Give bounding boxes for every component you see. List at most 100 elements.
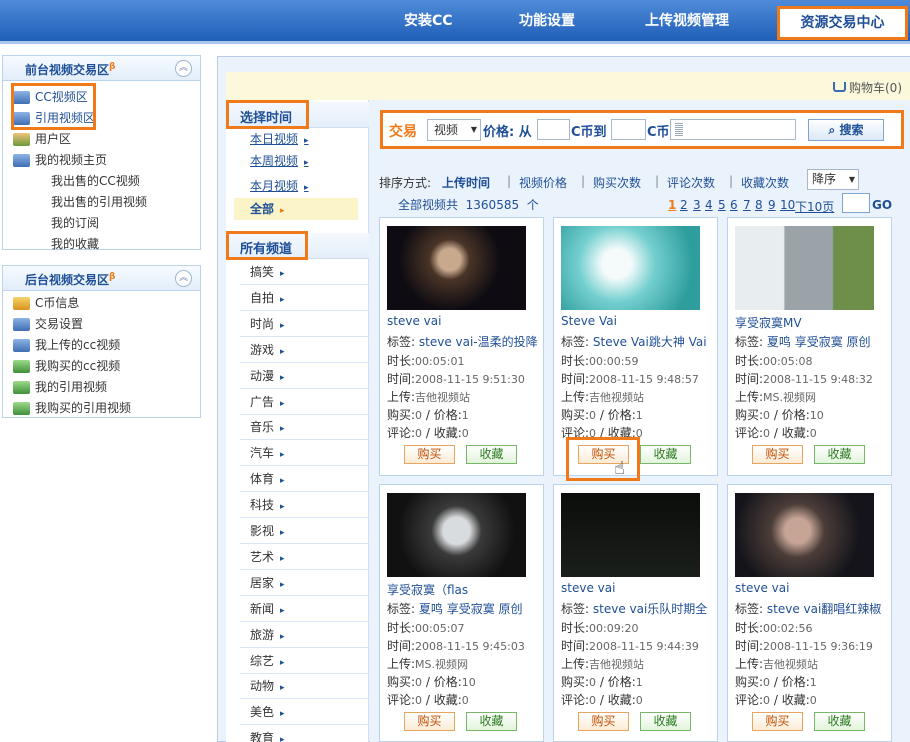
favorite-button[interactable]: 收藏 — [814, 445, 865, 464]
menu-my-video-home[interactable]: 我的视频主页 — [13, 150, 107, 170]
video-thumbnail[interactable] — [561, 493, 700, 577]
buy-button[interactable]: 购买 — [752, 445, 803, 464]
menu-my-bought-cc[interactable]: 我购买的cc视频 — [13, 356, 120, 376]
channel-item[interactable]: 美色 ▸ — [240, 699, 369, 726]
channel-item[interactable]: 综艺 ▸ — [240, 648, 369, 674]
page-link-1[interactable]: 1 — [668, 198, 676, 212]
favorite-button[interactable]: 收藏 — [640, 712, 691, 731]
video-duration: 时长:00:05:07 — [387, 621, 465, 635]
favorite-button[interactable]: 收藏 — [466, 445, 517, 464]
sort-upload-time[interactable]: 上传时间 — [442, 174, 490, 191]
video-thumbnail[interactable] — [387, 226, 526, 310]
time-week[interactable]: 本周视频 ▸ — [250, 152, 309, 169]
menu-my-bought-ref[interactable]: 我购买的引用视频 — [13, 398, 131, 418]
channel-item[interactable]: 体育 ▸ — [240, 466, 369, 493]
sort-price[interactable]: 视频价格 — [519, 174, 567, 191]
channel-item[interactable]: 艺术 ▸ — [240, 544, 369, 570]
price-max-input[interactable] — [611, 119, 646, 140]
page-link-4[interactable]: 4 — [705, 198, 713, 212]
menu-sold-cc[interactable]: 我出售的CC视频 — [51, 171, 140, 191]
page-number-input[interactable] — [842, 193, 870, 213]
double-chevron-up-icon[interactable]: ︽ — [175, 60, 192, 77]
channel-item[interactable]: 广告 ▸ — [240, 389, 369, 415]
panel-title: 后台视频交易区β — [25, 272, 116, 287]
order-select[interactable]: 降序 — [807, 169, 859, 190]
price-min-input[interactable] — [537, 119, 570, 140]
text-cursor — [675, 123, 683, 136]
page-link-10[interactable]: 10 — [780, 198, 795, 212]
video-thumbnail[interactable] — [735, 226, 874, 310]
channel-item[interactable]: 教育 ▸ — [240, 725, 369, 742]
nav-function-settings[interactable]: 功能设置 — [519, 10, 575, 30]
page-link-5[interactable]: 5 — [718, 198, 726, 212]
channel-item[interactable]: 时尚 ▸ — [240, 311, 369, 337]
video-title[interactable]: 享受寂寞MV — [735, 314, 802, 331]
sort-buy-count[interactable]: 购买次数 — [593, 174, 641, 191]
buy-button[interactable]: 购买 — [752, 712, 803, 731]
nav-install-cc[interactable]: 安装CC — [404, 10, 453, 30]
menu-favorites[interactable]: 我的收藏 — [51, 234, 99, 254]
video-comments-favs: 评论:0 / 收藏:0 — [387, 693, 469, 707]
channel-item[interactable]: 旅游 ▸ — [240, 622, 369, 648]
video-thumbnail[interactable] — [561, 226, 700, 310]
video-title[interactable]: Steve Vai — [561, 314, 617, 328]
favorite-button[interactable]: 收藏 — [814, 712, 865, 731]
buy-button[interactable]: 购买 — [404, 712, 455, 731]
time-all[interactable]: 全部 ▸ — [234, 198, 358, 220]
channel-item[interactable]: 科技 ▸ — [240, 492, 369, 519]
nav-upload-management[interactable]: 上传视频管理 — [645, 10, 729, 30]
search-button[interactable]: ⌕ 搜索 — [808, 119, 884, 141]
sort-fav-count[interactable]: 收藏次数 — [741, 174, 789, 191]
page-link-9[interactable]: 9 — [768, 198, 776, 212]
go-button[interactable]: GO — [872, 198, 892, 212]
video-thumbnail[interactable] — [735, 493, 874, 577]
video-title[interactable]: 享受寂寞（flas — [387, 581, 468, 598]
type-select[interactable]: 视频 — [427, 119, 481, 141]
channel-item[interactable]: 音乐 ▸ — [240, 414, 369, 441]
menu-user-zone[interactable]: 用户区 — [13, 129, 71, 149]
channel-item[interactable]: 动漫 ▸ — [240, 363, 369, 389]
video-cam-icon — [13, 339, 30, 352]
page-link-7[interactable]: 7 — [743, 198, 751, 212]
channel-label: 汽车 — [250, 446, 275, 461]
keyword-input[interactable] — [670, 119, 796, 140]
video-title[interactable]: steve vai — [735, 581, 789, 595]
channel-item[interactable]: 动物 ▸ — [240, 673, 369, 700]
buy-button[interactable]: 购买 — [404, 445, 455, 464]
channel-item[interactable]: 新闻 ▸ — [240, 596, 369, 622]
channel-label: 旅游 — [250, 627, 275, 642]
coin-to-label: C币到 — [571, 125, 607, 140]
highlight-box — [566, 437, 640, 481]
video-thumbnail[interactable] — [387, 493, 526, 577]
menu-trade-settings[interactable]: 交易设置 — [13, 314, 83, 334]
favorite-button[interactable]: 收藏 — [640, 445, 691, 464]
next-10-pages[interactable]: 下10页 — [795, 198, 834, 215]
sort-comment-count[interactable]: 评论次数 — [667, 174, 715, 191]
video-title[interactable]: steve vai — [561, 581, 615, 595]
page-link-2[interactable]: 2 — [680, 198, 688, 212]
buy-button[interactable]: 购买 — [578, 712, 629, 731]
arrow-right-icon: ▸ — [280, 605, 285, 616]
menu-my-uploaded-cc[interactable]: 我上传的cc视频 — [13, 335, 120, 355]
time-today[interactable]: 本日视频 ▸ — [250, 130, 309, 147]
menu-sold-ref[interactable]: 我出售的引用视频 — [51, 192, 147, 212]
channel-item[interactable]: 影视 ▸ — [240, 518, 369, 544]
page-link-8[interactable]: 8 — [755, 198, 763, 212]
channel-item[interactable]: 自拍 ▸ — [240, 285, 369, 311]
channel-item[interactable]: 居家 ▸ — [240, 570, 369, 596]
cart-link[interactable]: 购物车(0) — [833, 79, 902, 96]
time-month[interactable]: 本月视频 ▸ — [250, 177, 309, 194]
menu-subscriptions[interactable]: 我的订阅 — [51, 213, 99, 233]
nav-resource-trade-center[interactable]: 资源交易中心 — [777, 6, 908, 40]
video-title[interactable]: steve vai — [387, 314, 441, 328]
channel-item[interactable]: 汽车 ▸ — [240, 440, 369, 467]
menu-coin-info[interactable]: C币信息 — [13, 293, 79, 313]
menu-my-ref-videos[interactable]: 我的引用视频 — [13, 377, 107, 397]
double-chevron-up-icon[interactable]: ︽ — [175, 270, 192, 287]
channel-label: 广告 — [250, 394, 275, 409]
channel-item[interactable]: 搞笑 ▸ — [240, 259, 369, 285]
favorite-button[interactable]: 收藏 — [466, 712, 517, 731]
page-link-3[interactable]: 3 — [693, 198, 701, 212]
channel-item[interactable]: 游戏 ▸ — [240, 337, 369, 363]
page-link-6[interactable]: 6 — [730, 198, 738, 212]
